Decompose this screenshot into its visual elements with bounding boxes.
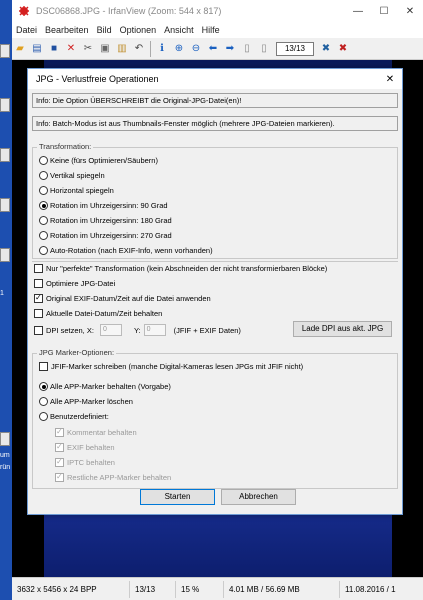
info-overwrite: Info: Die Option ÜBERSCHREIBT die Origin… (32, 93, 398, 108)
status-zoom: 15 % (176, 580, 224, 598)
toolbar: ▰ ▤ ■ ✕ ✂ ▣ ▥ ↶ ℹ ⊕ ⊖ ⬅ ➡ ▯ ▯ 13/13 ✖ ✖ (12, 38, 423, 60)
zoom-in-icon[interactable]: ⊕ (172, 42, 186, 56)
check-optimize-jpg[interactable]: Optimiere JPG-Datei (34, 279, 115, 288)
paste-icon[interactable]: ▥ (115, 42, 129, 56)
open-folder-icon[interactable]: ▰ (13, 42, 27, 56)
menu-optionen[interactable]: Optionen (120, 25, 157, 35)
radio-flip-horizontal[interactable]: Horizontal spiegeln (39, 186, 114, 195)
check-keep-exif[interactable]: EXIF behalten (55, 443, 115, 452)
check-keep-file-date[interactable]: Aktuelle Datei-Datum/Zeit behalten (34, 309, 162, 318)
window-title: DSC06868.JPG - IrfanView (Zoom: 544 x 81… (36, 6, 222, 16)
menu-bild[interactable]: Bild (97, 25, 112, 35)
title-bar: DSC06868.JPG - IrfanView (Zoom: 544 x 81… (12, 0, 423, 22)
check-keep-comment[interactable]: Kommentar behalten (55, 428, 137, 437)
start-button[interactable]: Starten (140, 489, 215, 505)
cancel-button[interactable]: Abbrechen (221, 489, 296, 505)
check-keep-other-app[interactable]: Restliche APP-Marker behalten (55, 473, 171, 482)
options-group: Nur "perfekte" Transformation (kein Absc… (32, 261, 398, 345)
check-apply-exif-date[interactable]: Original EXIF-Datum/Zeit auf die Datei a… (34, 294, 211, 303)
radio-rotate-270[interactable]: Rotation im Uhrzeigersinn: 270 Grad (39, 231, 172, 240)
desktop-icon[interactable] (0, 148, 10, 162)
irfanview-window: DSC06868.JPG - IrfanView (Zoom: 544 x 81… (12, 0, 423, 600)
toolbar-separator (150, 40, 151, 57)
status-index: 13/13 (130, 580, 176, 598)
close-button[interactable]: ✕ (397, 0, 423, 22)
status-bar: 3632 x 5456 x 24 BPP 13/13 15 % 4.01 MB … (12, 577, 423, 600)
transformation-label: Transformation: (37, 142, 94, 151)
desktop-label: rün (0, 464, 11, 471)
delete-icon[interactable]: ✕ (64, 42, 78, 56)
menu-bar: Datei Bearbeiten Bild Optionen Ansicht H… (12, 22, 423, 38)
save-icon[interactable]: ■ (47, 42, 61, 56)
marker-label: JPG Marker-Optionen: (37, 348, 117, 357)
menu-ansicht[interactable]: Ansicht (164, 25, 194, 35)
dpi-note: (JFIF + EXIF Daten) (173, 325, 241, 335)
desktop-label: um (0, 452, 10, 459)
radio-rotate-180[interactable]: Rotation im Uhrzeigersinn: 180 Grad (39, 216, 172, 225)
menu-datei[interactable]: Datei (16, 25, 37, 35)
dpi-y-label: Y: (133, 325, 141, 335)
dpi-y-field[interactable]: 0 (143, 324, 166, 336)
check-perfect-transform[interactable]: Nur "perfekte" Transformation (kein Absc… (34, 264, 327, 273)
radio-rotate-90[interactable]: Rotation im Uhrzeigersinn: 90 Grad (39, 201, 168, 210)
dialog-title-bar: JPG - Verlustfreie Operationen ✕ (28, 69, 402, 89)
radio-keep-all-app[interactable]: Alle APP-Marker behalten (Vorgabe) (39, 382, 171, 391)
transformation-group: Transformation: Keine (fürs Optimieren/S… (32, 142, 398, 259)
info-icon[interactable]: ℹ (155, 42, 169, 56)
radio-none[interactable]: Keine (fürs Optimieren/Säubern) (39, 156, 158, 165)
radio-flip-vertical[interactable]: Vertikal spiegeln (39, 171, 105, 180)
zoom-out-icon[interactable]: ⊖ (189, 42, 203, 56)
copy-icon[interactable]: ▣ (98, 42, 112, 56)
load-dpi-button[interactable]: Lade DPI aus akt. JPG (293, 321, 392, 337)
status-date: 11.08.2016 / 1 (345, 584, 396, 594)
minimize-button[interactable]: — (345, 0, 371, 22)
exit-icon[interactable]: ✖ (336, 42, 350, 56)
marker-group: JPG Marker-Optionen: JFIF-Marker schreib… (32, 348, 398, 489)
desktop-label: 1 (0, 290, 4, 297)
radio-custom[interactable]: Benutzerdefiniert: (39, 412, 109, 421)
menu-hilfe[interactable]: Hilfe (202, 25, 220, 35)
menu-bearbeiten[interactable]: Bearbeiten (45, 25, 89, 35)
check-set-dpi[interactable]: DPI setzen, X: 0 Y: 0 (JFIF + EXIF Daten… (34, 324, 241, 336)
next-icon[interactable]: ➡ (223, 42, 237, 56)
dialog-close-button[interactable]: ✕ (378, 74, 402, 85)
jpg-lossless-dialog: JPG - Verlustfreie Operationen ✕ Info: D… (27, 68, 403, 515)
page-indicator[interactable]: 13/13 (276, 41, 314, 56)
status-dimensions: 3632 x 5456 x 24 BPP (12, 580, 130, 598)
cut-icon[interactable]: ✂ (81, 42, 95, 56)
info-batch: Info: Batch-Modus ist aus Thumbnails-Fen… (32, 116, 398, 131)
first-page-icon[interactable]: ▯ (240, 42, 254, 56)
desktop-icon[interactable] (0, 44, 10, 58)
status-filesize: 4.01 MB / 56.69 MB (224, 580, 340, 598)
desktop-icon[interactable] (0, 98, 10, 112)
irfanview-icon (19, 6, 29, 16)
desktop-icon[interactable] (0, 432, 10, 446)
undo-icon[interactable]: ↶ (132, 42, 146, 56)
dpi-x-field[interactable]: 0 (99, 324, 122, 336)
check-keep-iptc[interactable]: IPTC behalten (55, 458, 115, 467)
desktop-strip: 1 um rün (0, 0, 12, 600)
previous-icon[interactable]: ⬅ (206, 42, 220, 56)
radio-delete-all-app[interactable]: Alle APP-Marker löschen (39, 397, 133, 406)
desktop-icon[interactable] (0, 248, 10, 262)
maximize-button[interactable]: ☐ (371, 0, 397, 22)
slideshow-icon[interactable]: ▤ (30, 42, 44, 56)
check-jfif-marker[interactable]: JFIF-Marker schreiben (manche Digital-Ka… (39, 362, 303, 371)
dialog-title: JPG - Verlustfreie Operationen (36, 74, 159, 84)
radio-auto-rotate[interactable]: Auto-Rotation (nach EXIF-Info, wenn vorh… (39, 246, 213, 255)
settings-icon[interactable]: ✖ (319, 42, 333, 56)
desktop-icon[interactable] (0, 198, 10, 212)
last-page-icon[interactable]: ▯ (257, 42, 271, 56)
